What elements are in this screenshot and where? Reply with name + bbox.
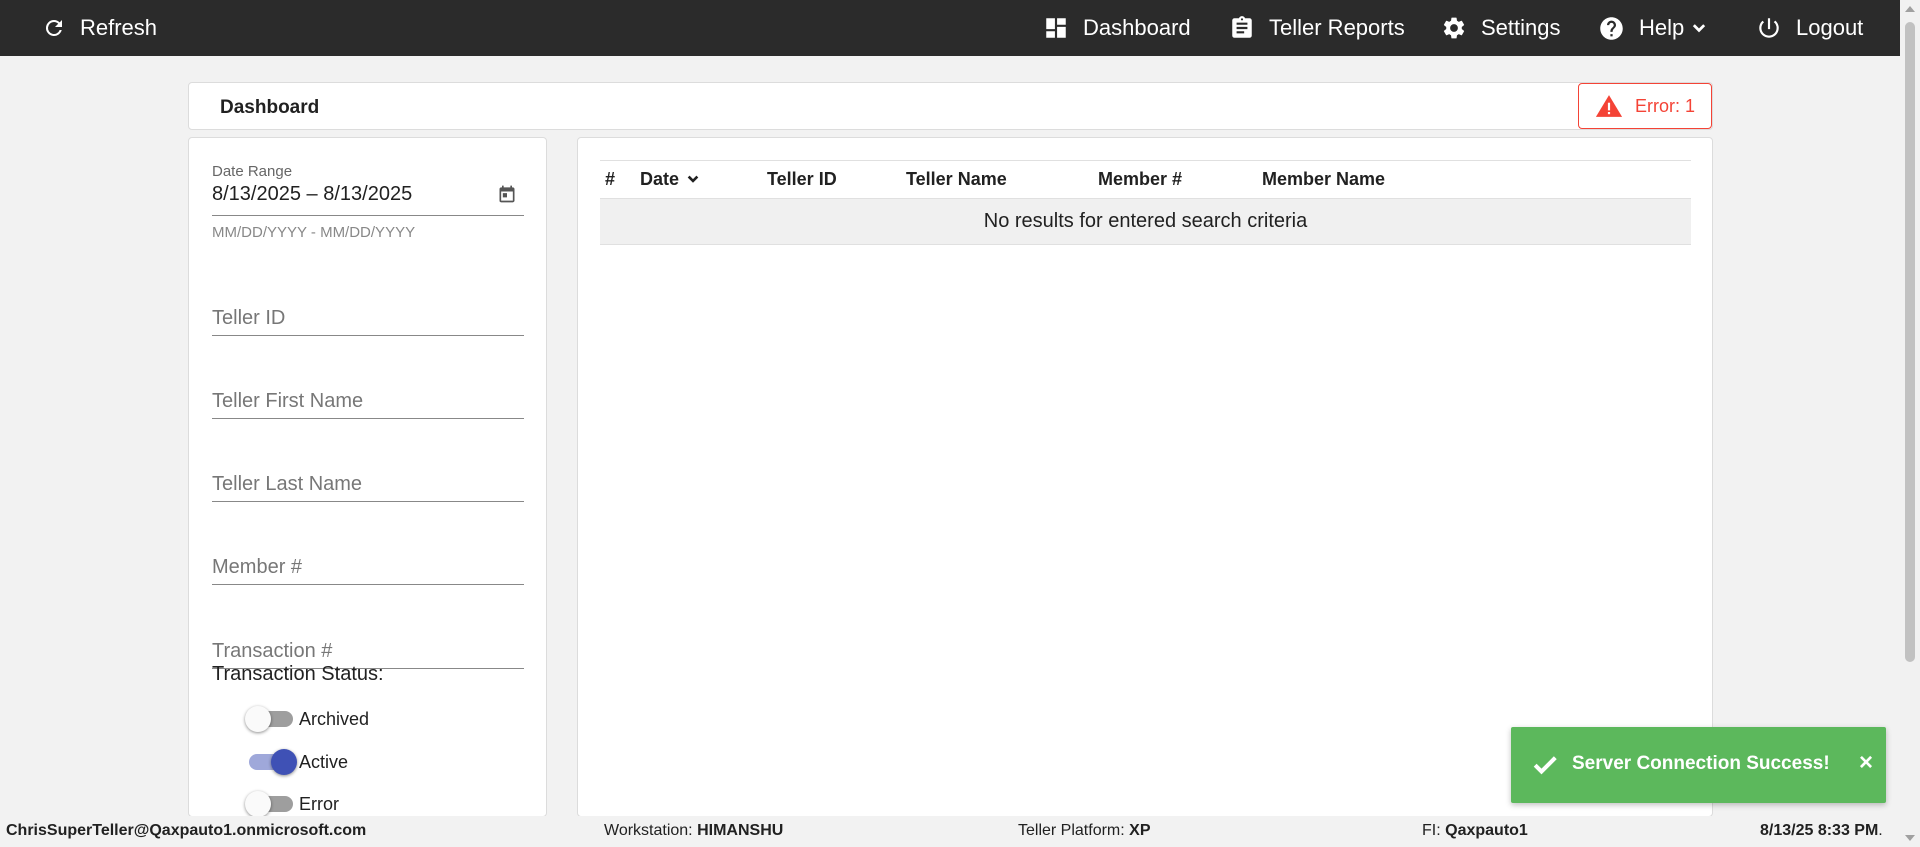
nav-teller-reports[interactable]: Teller Reports [1229, 0, 1405, 56]
teller-first-name-placeholder: Teller First Name [212, 390, 364, 412]
warning-icon [1595, 95, 1623, 117]
column-date-label: Date [640, 169, 680, 189]
column-teller-id[interactable]: Teller ID [767, 169, 837, 190]
active-toggle[interactable]: Active [249, 747, 348, 777]
empty-results-row: No results for entered search criteria [600, 198, 1691, 245]
transaction-status-label: Transaction Status: [212, 663, 384, 685]
toast-close-button[interactable]: × [1859, 749, 1873, 777]
teller-last-name-field[interactable]: Teller Last Name [212, 462, 524, 502]
date-range-hint: MM/DD/YYYY - MM/DD/YYYY [212, 224, 416, 241]
teller-first-name-field[interactable]: Teller First Name [212, 379, 524, 419]
teller-last-name-underline [212, 501, 524, 502]
error-count-label: Error: 1 [1634, 95, 1695, 116]
teller-id-field[interactable]: Teller ID [212, 296, 524, 336]
status-datetime-suffix: . [1878, 822, 1883, 839]
refresh-icon [45, 19, 62, 36]
scroll-down-arrow-icon[interactable] [1905, 835, 1915, 841]
dashboard-header: Dashboard Error: 1 [188, 82, 1713, 130]
error-count-button[interactable]: Error: 1 [1578, 83, 1712, 129]
column-member-number[interactable]: Member # [1098, 169, 1182, 190]
page-title: Dashboard [220, 97, 320, 118]
status-datetime: 8/13/25 8:33 PM. [1760, 822, 1883, 840]
date-range-label: Date Range [212, 163, 293, 180]
teller-last-name-placeholder: Teller Last Name [212, 473, 363, 495]
date-range-input[interactable]: 8/13/2025 – 8/13/2025 [212, 183, 412, 206]
status-user: ChrisSuperTeller@Qaxpauto1.onmicrosoft.c… [6, 822, 366, 840]
status-fi: FI: Qaxpauto1 [1422, 822, 1528, 840]
nav-help-label: Help [1639, 15, 1685, 40]
status-fi-value: Qaxpauto1 [1445, 822, 1528, 839]
top-nav-bar: Refresh Dashboard Teller Reports Setting… [0, 0, 1920, 56]
toggle-knob [271, 749, 297, 775]
nav-logout-label: Logout [1796, 15, 1864, 40]
member-number-field[interactable]: Member # [212, 545, 524, 585]
calendar-icon[interactable] [497, 184, 517, 204]
status-platform-label: Teller Platform: [1018, 822, 1125, 839]
dashboard-icon [1046, 18, 1066, 38]
filter-panel: Date Range 8/13/2025 – 8/13/2025 MM/DD/Y… [188, 137, 547, 817]
column-member-name[interactable]: Member Name [1262, 169, 1385, 190]
nav-dashboard-label: Dashboard [1083, 15, 1191, 40]
active-toggle-label: Active [299, 751, 349, 772]
results-panel: # Date Teller ID Teller Name Member # Me… [577, 137, 1713, 817]
transaction-number-placeholder: Transaction # [212, 640, 333, 662]
nav-teller-reports-label: Teller Reports [1269, 15, 1405, 40]
sort-descending-icon [687, 175, 699, 183]
clipboard-icon [1232, 16, 1252, 38]
column-date[interactable]: Date [640, 169, 702, 190]
nav-settings[interactable]: Settings [1441, 0, 1561, 56]
teller-id-underline [212, 335, 524, 336]
refresh-label: Refresh [80, 15, 158, 40]
checkmark-icon [1533, 756, 1557, 775]
help-circle-icon [1600, 16, 1623, 40]
scrollbar-thumb[interactable] [1905, 22, 1915, 662]
status-datetime-value: 8/13/25 8:33 PM [1760, 822, 1879, 839]
status-platform: Teller Platform: XP [1018, 822, 1151, 840]
date-range-underline [212, 215, 524, 216]
status-platform-value: XP [1129, 822, 1151, 839]
table-header: # Date Teller ID Teller Name Member # Me… [600, 160, 1691, 196]
error-toggle-label: Error [299, 793, 339, 814]
toggle-track [249, 749, 297, 775]
nav-logout[interactable]: Logout [1756, 0, 1863, 56]
status-fi-label: FI: [1422, 822, 1441, 839]
nav-settings-label: Settings [1481, 15, 1561, 40]
error-toggle[interactable]: Error [245, 789, 339, 816]
status-bar: ChrisSuperTeller@Qaxpauto1.onmicrosoft.c… [0, 816, 1900, 847]
toggle-knob [245, 706, 271, 732]
toggle-track [245, 791, 293, 816]
column-teller-name[interactable]: Teller Name [906, 169, 1007, 190]
gear-icon [1443, 17, 1465, 39]
status-workstation: Workstation: HIMANSHU [604, 822, 783, 840]
nav-help-menu[interactable]: Help [1598, 0, 1710, 56]
nav-dashboard[interactable]: Dashboard [1043, 0, 1191, 56]
connection-toast: Server Connection Success! × [1511, 727, 1886, 803]
archived-toggle-label: Archived [299, 708, 370, 729]
power-icon [1759, 18, 1779, 38]
member-number-placeholder: Member # [212, 556, 303, 578]
archived-toggle[interactable]: Archived [245, 704, 370, 734]
status-workstation-label: Workstation: [604, 822, 693, 839]
status-workstation-value: HIMANSHU [697, 822, 784, 839]
teller-id-placeholder: Teller ID [212, 307, 286, 329]
toggle-knob [245, 791, 271, 816]
toast-message: Server Connection Success! [1572, 753, 1830, 774]
scroll-up-arrow-icon[interactable] [1905, 6, 1915, 12]
member-number-underline [212, 584, 524, 585]
page-scrollbar[interactable] [1900, 0, 1920, 847]
teller-first-name-underline [212, 418, 524, 419]
column-number[interactable]: # [605, 169, 615, 190]
refresh-button[interactable]: Refresh [42, 0, 157, 56]
chevron-down-icon [1693, 24, 1706, 33]
toggle-track [245, 706, 293, 732]
status-user-value: ChrisSuperTeller@Qaxpauto1.onmicrosoft.c… [6, 822, 367, 839]
